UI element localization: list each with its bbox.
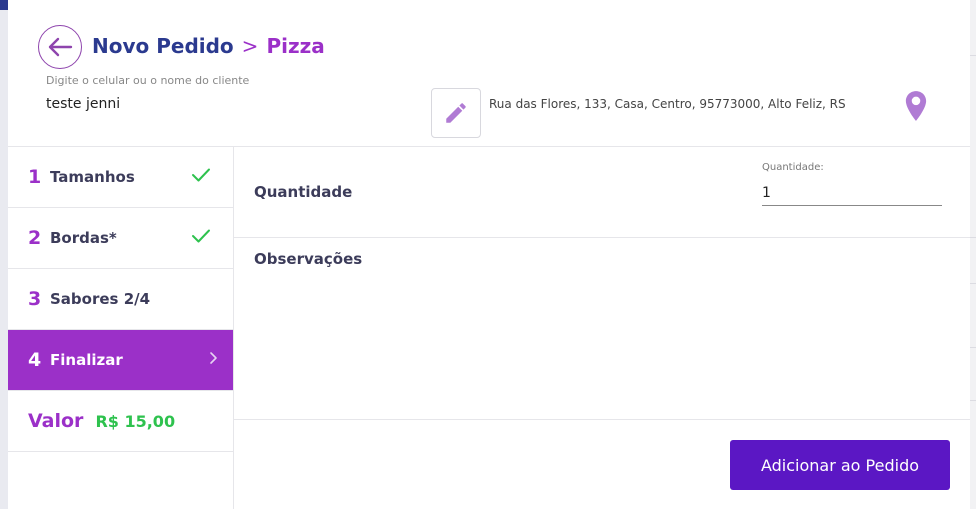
- step-label: Sabores 2/4: [50, 290, 151, 308]
- step-number: 3: [28, 288, 42, 310]
- add-to-order-button[interactable]: Adicionar ao Pedido: [730, 440, 950, 490]
- delivery-address: Rua das Flores, 133, Casa, Centro, 95773…: [489, 97, 846, 111]
- step-bordas[interactable]: 2 Bordas*: [8, 208, 233, 269]
- step-label: Finalizar: [50, 351, 123, 369]
- step-sabores[interactable]: 3 Sabores 2/4: [8, 269, 233, 330]
- step-finalizar[interactable]: 4 Finalizar: [8, 330, 233, 391]
- check-icon: [192, 229, 210, 243]
- chevron-right-icon: [210, 352, 217, 364]
- step-label: Tamanhos: [50, 168, 135, 186]
- quantity-field-label: Quantidade:: [762, 162, 824, 173]
- page-title: Novo Pedido > Pizza: [92, 34, 325, 58]
- check-icon: [192, 168, 210, 182]
- map-pin-icon: [905, 91, 927, 121]
- step-tamanhos[interactable]: 1 Tamanhos: [8, 147, 233, 208]
- client-search-input[interactable]: [46, 93, 406, 115]
- step-label: Bordas*: [50, 229, 117, 247]
- page-title-category: Pizza: [266, 34, 325, 58]
- quantity-heading: Quantidade: [254, 183, 353, 201]
- step-number: 1: [28, 166, 42, 188]
- location-button[interactable]: [903, 90, 929, 126]
- new-order-modal: Novo Pedido > Pizza Digite o celular ou …: [8, 0, 970, 509]
- modal-header: Novo Pedido > Pizza Digite o celular ou …: [8, 0, 970, 147]
- step-number: 2: [28, 227, 42, 249]
- order-total: Valor R$ 15,00: [8, 391, 233, 452]
- pencil-icon: [446, 103, 466, 123]
- page-title-main: Novo Pedido: [92, 34, 234, 58]
- order-steps-sidebar: 1 Tamanhos 2 Bordas* 3 Sabores 2/4 4 Fin…: [8, 147, 234, 509]
- observations-textarea[interactable]: [254, 274, 950, 404]
- client-field-label: Digite o celular ou o nome do cliente: [46, 74, 250, 87]
- breadcrumb-separator: >: [241, 34, 259, 58]
- observations-section: Observações: [234, 238, 970, 420]
- total-amount: R$ 15,00: [95, 411, 176, 431]
- edit-address-button[interactable]: [431, 88, 481, 138]
- quantity-input[interactable]: [762, 180, 942, 206]
- quantity-section: Quantidade Quantidade:: [234, 147, 970, 238]
- arrow-left-icon: [48, 37, 73, 57]
- step-number: 4: [28, 349, 42, 371]
- observations-heading: Observações: [254, 250, 363, 268]
- back-button[interactable]: [38, 25, 82, 69]
- step-content: Quantidade Quantidade: Observações Adici…: [234, 147, 970, 509]
- total-label: Valor: [28, 410, 84, 432]
